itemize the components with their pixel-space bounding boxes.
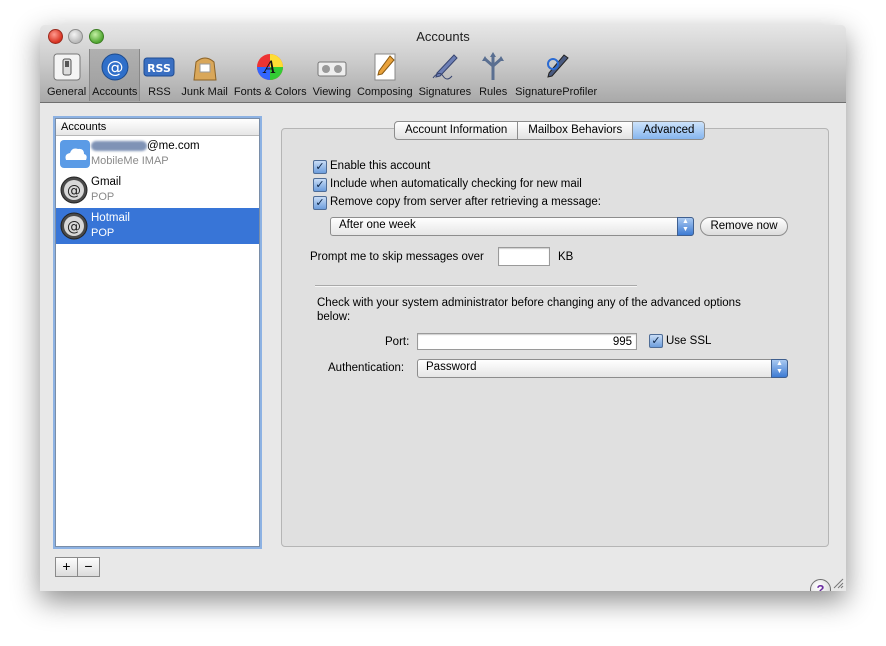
viewing-icon xyxy=(316,51,348,83)
remove-now-button[interactable]: Remove now xyxy=(700,217,788,236)
svg-text:RSS: RSS xyxy=(147,62,171,75)
mail-at-icon: @ xyxy=(60,176,88,204)
toolbar-rss[interactable]: RSS RSS xyxy=(140,49,178,101)
rss-icon: RSS xyxy=(143,51,175,83)
accounts-list-header: Accounts xyxy=(56,119,259,136)
svg-text:A: A xyxy=(262,58,276,78)
toolbar-junk-mail[interactable]: Junk Mail xyxy=(178,49,230,101)
composing-pencil-icon xyxy=(369,51,401,83)
toolbar-accounts[interactable]: @ Accounts xyxy=(89,49,141,101)
account-row-mobileme[interactable]: @me.com MobileMe IMAP xyxy=(56,136,259,172)
toolbar-viewing[interactable]: Viewing xyxy=(310,49,354,101)
toolbar-fonts-colors[interactable]: A Fonts & Colors xyxy=(231,49,310,101)
svg-text:@: @ xyxy=(106,58,123,78)
account-settings-panel: Account Information Mailbox Behaviors Ad… xyxy=(281,121,829,547)
toolbar-signatures[interactable]: Signatures xyxy=(416,49,475,101)
add-remove-account-buttons: + − xyxy=(55,557,100,577)
mobileme-cloud-icon xyxy=(60,140,90,168)
remove-copy-checkbox[interactable]: ✓ xyxy=(313,196,327,210)
use-ssl-checkbox[interactable]: ✓ xyxy=(649,334,663,348)
tab-account-information[interactable]: Account Information xyxy=(395,122,517,139)
resize-grip-icon[interactable] xyxy=(833,578,844,589)
toolbar-composing[interactable]: Composing xyxy=(354,49,416,101)
remove-when-popup[interactable]: After one week ▲ ▼ xyxy=(330,217,694,236)
svg-text:@: @ xyxy=(67,219,81,235)
signature-pen-icon xyxy=(429,51,461,83)
enable-account-checkbox[interactable]: ✓ xyxy=(313,160,327,174)
use-ssl-label: Use SSL xyxy=(666,335,712,347)
switch-icon xyxy=(51,51,83,83)
kb-unit-label: KB xyxy=(558,251,574,263)
account-tabs: Account Information Mailbox Behaviors Ad… xyxy=(394,121,706,140)
mail-at-icon: @ xyxy=(60,212,88,240)
include-check-checkbox[interactable]: ✓ xyxy=(313,178,327,192)
add-account-button[interactable]: + xyxy=(56,558,77,576)
account-row-gmail[interactable]: @ Gmail POP xyxy=(56,172,259,208)
chevron-updown-icon: ▲ ▼ xyxy=(677,217,694,236)
chevron-updown-icon: ▲ ▼ xyxy=(771,359,788,378)
authentication-popup[interactable]: Password ▲ ▼ xyxy=(417,359,788,378)
separator xyxy=(315,285,637,287)
remove-account-button[interactable]: − xyxy=(77,558,99,576)
at-sign-icon: @ xyxy=(99,51,131,83)
preferences-toolbar: General @ Accounts RSS RSS Junk Mail A F… xyxy=(44,49,600,101)
tab-advanced[interactable]: Advanced xyxy=(632,122,705,139)
tab-mailbox-behaviors[interactable]: Mailbox Behaviors xyxy=(517,122,632,139)
prompt-skip-label: Prompt me to skip messages over xyxy=(310,251,484,263)
include-check-label: Include when automatically checking for … xyxy=(330,178,582,190)
signature-profiler-icon xyxy=(540,51,572,83)
toolbar-general[interactable]: General xyxy=(44,49,89,101)
title-bar: Accounts General @ Accounts RSS RSS Junk… xyxy=(40,25,846,103)
admin-note: Check with your system administrator bef… xyxy=(317,297,741,323)
skip-size-field[interactable] xyxy=(498,247,550,266)
rules-arrows-icon xyxy=(477,51,509,83)
account-row-hotmail[interactable]: @ Hotmail POP xyxy=(56,208,259,244)
redacted-username xyxy=(91,140,147,151)
accounts-list[interactable]: Accounts @me.com MobileMe IMAP @ Gmail P… xyxy=(55,118,260,547)
toolbar-rules[interactable]: Rules xyxy=(474,49,512,101)
preferences-window: Accounts General @ Accounts RSS RSS Junk… xyxy=(40,25,846,591)
port-label: Port: xyxy=(385,336,410,348)
authentication-label: Authentication: xyxy=(328,362,405,374)
help-button[interactable]: ? xyxy=(810,579,831,591)
enable-account-label: Enable this account xyxy=(330,160,431,172)
fonts-colors-icon: A xyxy=(254,51,286,83)
junk-mail-bag-icon xyxy=(189,51,221,83)
port-field[interactable]: 995 xyxy=(417,333,637,350)
toolbar-signatureprofiler[interactable]: SignatureProfiler xyxy=(512,49,600,101)
remove-copy-label: Remove copy from server after retrieving… xyxy=(330,196,601,208)
svg-text:@: @ xyxy=(67,183,81,199)
preferences-content: Accounts @me.com MobileMe IMAP @ Gmail P… xyxy=(40,103,846,591)
window-title: Accounts xyxy=(416,29,470,44)
